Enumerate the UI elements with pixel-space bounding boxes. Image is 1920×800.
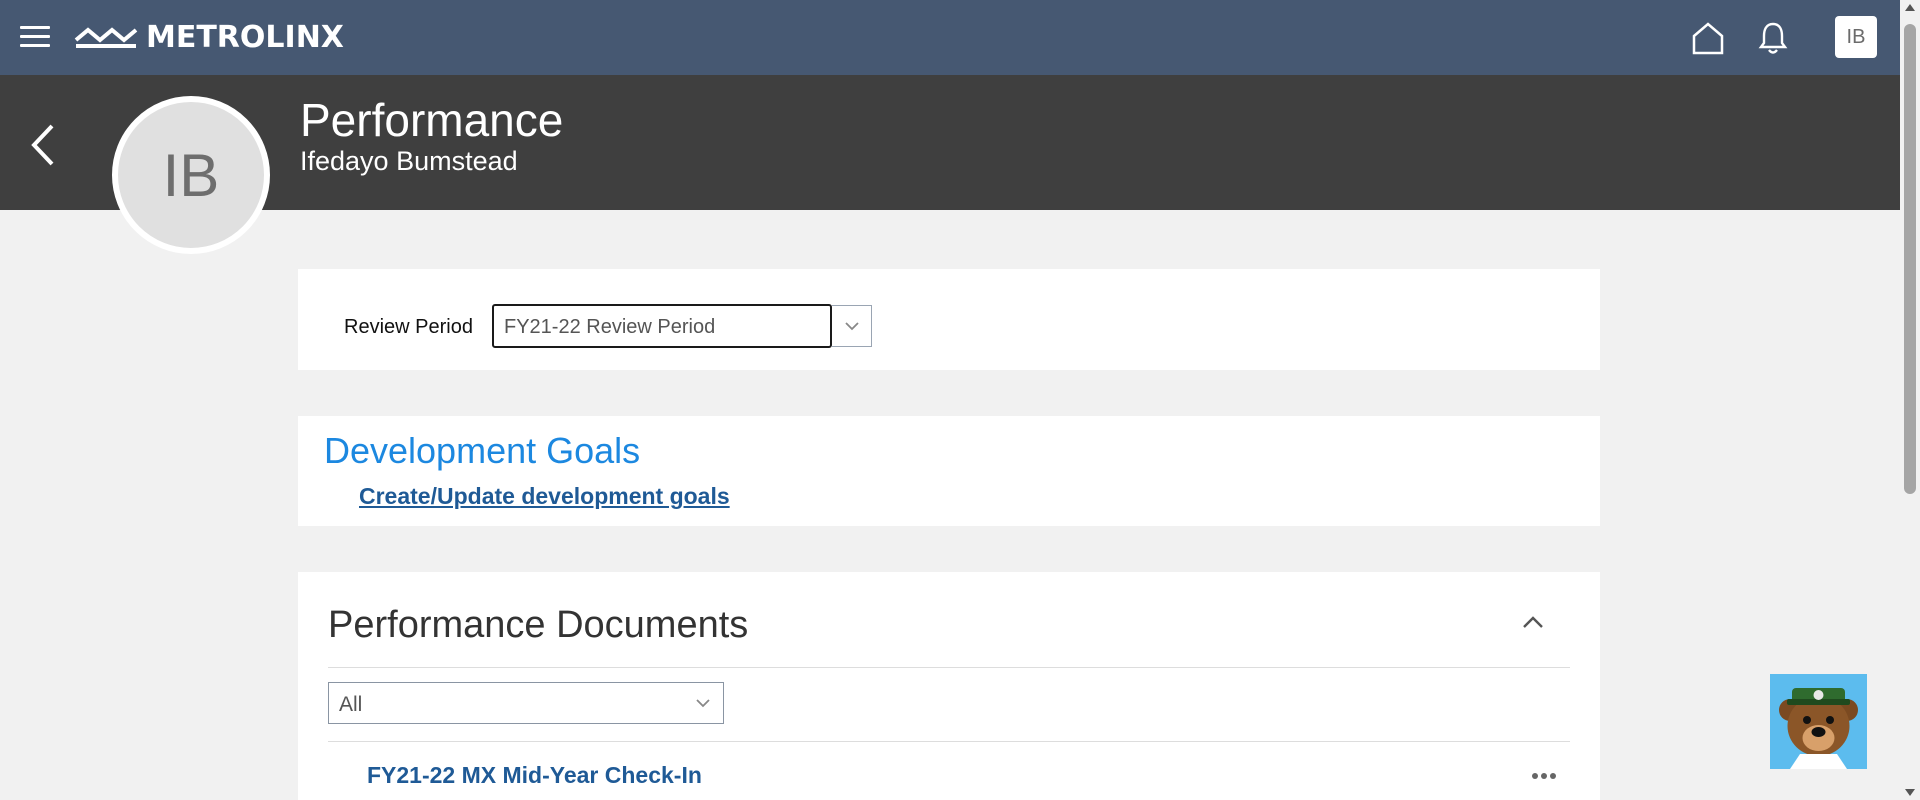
metrolinx-logo-icon (74, 27, 138, 48)
back-arrow-icon[interactable] (28, 120, 58, 170)
review-period-select[interactable]: FY21-22 Review Period (492, 304, 832, 348)
bell-icon[interactable] (1757, 20, 1789, 56)
page-header: Performance Ifedayo Bumstead (0, 75, 1900, 210)
brand-logo[interactable]: METROLINX (74, 19, 344, 55)
bear-mascot-icon (1779, 688, 1858, 769)
scrollbar-thumb[interactable] (1904, 24, 1916, 494)
development-goals-title: Development Goals (324, 430, 641, 471)
development-goals-panel: Development Goals Create/Update developm… (298, 416, 1600, 526)
top-navigation-bar: METROLINX IB (0, 0, 1900, 75)
chevron-down-icon (844, 322, 859, 331)
performance-documents-title: Performance Documents (328, 604, 749, 646)
menu-icon[interactable] (20, 26, 50, 48)
more-options-icon[interactable] (1530, 770, 1558, 782)
document-link[interactable]: FY21-22 MX Mid-Year Check-In (367, 762, 702, 789)
chat-assistant-button[interactable] (1770, 674, 1867, 769)
review-period-panel: Review Period FY21-22 Review Period (298, 269, 1600, 370)
chevron-up-icon[interactable] (1518, 610, 1548, 634)
review-period-label: Review Period (344, 316, 473, 338)
review-period-dropdown-button[interactable] (832, 305, 872, 347)
user-menu-button[interactable]: IB (1835, 16, 1877, 58)
brand-name: METROLINX (146, 19, 344, 55)
home-icon[interactable] (1690, 20, 1726, 56)
create-update-goals-link[interactable]: Create/Update development goals (359, 483, 730, 510)
avatar: IB (112, 96, 270, 254)
chevron-down-icon (696, 699, 710, 708)
divider (328, 667, 1570, 668)
document-filter-select[interactable]: All (328, 682, 724, 724)
scroll-up-arrow-icon[interactable] (1905, 4, 1915, 11)
document-filter-value: All (339, 693, 363, 716)
performance-documents-panel: Performance Documents All FY21-22 MX Mid… (298, 572, 1600, 800)
page-title: Performance (300, 94, 564, 146)
divider (328, 741, 1570, 742)
scroll-down-arrow-icon[interactable] (1905, 789, 1915, 796)
page-scrollbar[interactable] (1900, 0, 1920, 800)
employee-name: Ifedayo Bumstead (300, 146, 518, 176)
